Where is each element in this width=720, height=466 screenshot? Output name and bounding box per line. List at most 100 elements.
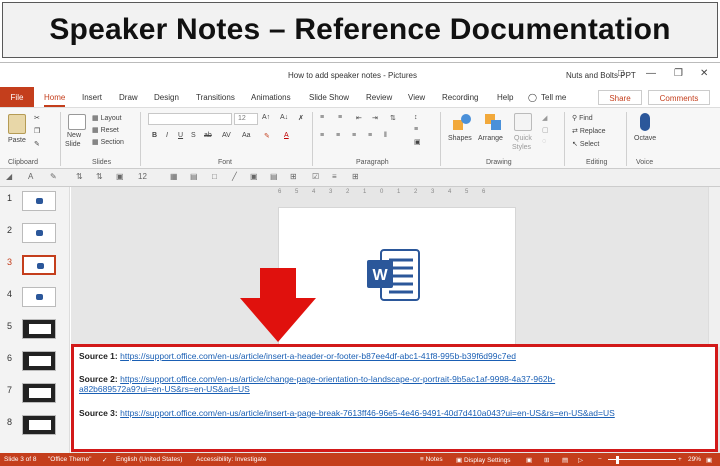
table-icon[interactable]: ▦ bbox=[170, 172, 178, 181]
spacing-icon[interactable]: ⇅ bbox=[96, 172, 103, 181]
align-center-icon[interactable]: ≡ bbox=[336, 132, 340, 139]
maximize-icon[interactable]: ❐ bbox=[674, 68, 683, 79]
reading-view-icon[interactable]: ▤ bbox=[562, 456, 568, 464]
slideshow-view-icon[interactable]: ▷ bbox=[578, 456, 583, 464]
tab-draw[interactable]: Draw bbox=[119, 93, 138, 102]
underline-icon[interactable]: U bbox=[178, 132, 183, 139]
slide-thumbnail-1[interactable] bbox=[22, 191, 56, 211]
align-icon[interactable]: ≡ bbox=[332, 172, 337, 181]
paste-icon[interactable] bbox=[8, 114, 26, 134]
strikethrough-icon[interactable]: ab bbox=[204, 132, 212, 139]
shape-outline-icon[interactable]: ▢ bbox=[542, 126, 549, 134]
list-icon[interactable]: ▤ bbox=[190, 172, 198, 181]
source-1-link[interactable]: https://support.office.com/en-us/article… bbox=[120, 351, 516, 361]
tab-help[interactable]: Help bbox=[497, 93, 513, 102]
grow-font-icon[interactable]: A↑ bbox=[262, 114, 270, 121]
spellcheck-icon[interactable]: ✓ bbox=[102, 456, 107, 464]
tab-design[interactable]: Design bbox=[154, 93, 179, 102]
source-3-link[interactable]: https://support.office.com/en-us/article… bbox=[120, 408, 615, 418]
tell-me-search[interactable]: Tell me bbox=[541, 93, 566, 102]
zoom-out-icon[interactable]: − bbox=[598, 456, 602, 463]
transform-icon[interactable]: ⊞ bbox=[352, 172, 359, 181]
font-size-field[interactable]: 12 bbox=[234, 113, 258, 125]
notes-toggle[interactable]: ≡ Notes bbox=[420, 456, 443, 463]
align-text-icon[interactable]: ≡ bbox=[414, 126, 418, 133]
tab-insert[interactable]: Insert bbox=[82, 93, 102, 102]
decrease-indent-icon[interactable]: ⇤ bbox=[356, 114, 362, 122]
shapes-icon[interactable] bbox=[452, 113, 472, 131]
tab-home[interactable]: Home bbox=[44, 93, 66, 107]
line-icon[interactable]: ╱ bbox=[232, 172, 237, 181]
shrink-font-icon[interactable]: A↓ bbox=[280, 114, 288, 121]
arrange-icon[interactable] bbox=[484, 113, 502, 131]
format-painter-icon[interactable]: ✎ bbox=[34, 140, 40, 148]
highlight-icon[interactable]: ✎ bbox=[50, 172, 57, 181]
slide-sorter-icon[interactable]: ⊞ bbox=[544, 456, 549, 464]
comments-button[interactable]: Comments bbox=[648, 90, 710, 105]
replace-button[interactable]: ⇄ Replace bbox=[572, 127, 606, 135]
increase-indent-icon[interactable]: ⇥ bbox=[372, 114, 378, 122]
language-indicator[interactable]: English (United States) bbox=[116, 456, 182, 463]
minimize-icon[interactable]: — bbox=[646, 68, 656, 79]
bring-forward-icon[interactable]: ⇅ bbox=[76, 172, 83, 181]
font-color-icon[interactable]: A bbox=[28, 172, 33, 181]
textbox-icon[interactable]: ▤ bbox=[270, 172, 278, 181]
zoom-in-icon[interactable]: + bbox=[678, 456, 682, 463]
numbering-icon[interactable]: ≡ bbox=[338, 114, 342, 121]
slide-thumbnail-2[interactable] bbox=[22, 223, 56, 243]
align-right-icon[interactable]: ≡ bbox=[352, 132, 356, 139]
select-button[interactable]: ↖ Select bbox=[572, 140, 599, 148]
close-icon[interactable]: ✕ bbox=[700, 68, 708, 79]
vertical-scrollbar[interactable] bbox=[708, 187, 720, 347]
columns-icon[interactable]: ‖ bbox=[384, 132, 387, 139]
justify-icon[interactable]: ≡ bbox=[368, 132, 372, 139]
italic-icon[interactable]: I bbox=[166, 132, 168, 139]
tab-transitions[interactable]: Transitions bbox=[196, 93, 235, 102]
character-spacing-icon[interactable]: AV bbox=[222, 132, 231, 139]
microphone-icon[interactable] bbox=[640, 113, 650, 131]
slide-thumbnail-6[interactable] bbox=[22, 351, 56, 371]
group-shapes-icon[interactable]: ▣ bbox=[116, 172, 124, 181]
bold-icon[interactable]: B bbox=[152, 132, 157, 139]
ribbon-display-icon[interactable]: □ bbox=[618, 68, 624, 79]
checkbox-icon[interactable]: ☑ bbox=[312, 172, 319, 181]
user-name[interactable]: Nuts and Bolts PPT bbox=[566, 71, 636, 80]
shape-fill-icon[interactable]: ◢ bbox=[542, 114, 547, 122]
shadow-icon[interactable]: S bbox=[191, 132, 196, 139]
bullets-icon[interactable]: ≡ bbox=[320, 114, 324, 121]
font-color-icon[interactable]: A bbox=[284, 132, 289, 139]
source-2-link-cont[interactable]: a82b689572a9?ui=en-US&rs=en-US&ad=US bbox=[79, 384, 250, 394]
tab-animations[interactable]: Animations bbox=[251, 93, 291, 102]
slide-thumbnail-3[interactable] bbox=[22, 255, 56, 275]
highlight-icon[interactable]: ✎ bbox=[264, 132, 270, 140]
slide-thumbnail-5[interactable] bbox=[22, 319, 56, 339]
font-name-field[interactable] bbox=[148, 113, 232, 125]
slide-thumbnail-7[interactable] bbox=[22, 383, 56, 403]
zoom-level[interactable]: 29% bbox=[688, 456, 701, 463]
section-button[interactable]: ▦ Section bbox=[92, 138, 124, 146]
tab-slideshow[interactable]: Slide Show bbox=[309, 93, 349, 102]
new-slide-icon[interactable] bbox=[68, 114, 86, 130]
change-case-icon[interactable]: Aa bbox=[242, 132, 251, 139]
slide-thumbnail-4[interactable] bbox=[22, 287, 56, 307]
zoom-slider-thumb[interactable] bbox=[616, 456, 619, 464]
tab-file[interactable]: File bbox=[0, 87, 34, 107]
source-2-link[interactable]: https://support.office.com/en-us/article… bbox=[120, 374, 555, 384]
tab-review[interactable]: Review bbox=[366, 93, 392, 102]
find-button[interactable]: ⚲ Find bbox=[572, 114, 593, 122]
tab-recording[interactable]: Recording bbox=[442, 93, 478, 102]
align-left-icon[interactable]: ≡ bbox=[320, 132, 324, 139]
smartart-icon[interactable]: ▣ bbox=[414, 138, 421, 146]
copy-icon[interactable]: ❐ bbox=[34, 127, 40, 135]
line-spacing-icon[interactable]: ⇅ bbox=[390, 114, 396, 122]
fit-to-window-icon[interactable]: ▣ bbox=[706, 456, 712, 464]
quick-styles-icon[interactable] bbox=[514, 113, 532, 131]
normal-view-icon[interactable]: ▣ bbox=[526, 456, 532, 464]
crop-icon[interactable]: ⊞ bbox=[290, 172, 297, 181]
rectangle-icon[interactable]: □ bbox=[212, 172, 217, 181]
shape-effects-icon[interactable]: ◌ bbox=[542, 138, 546, 145]
speaker-notes-pane[interactable]: Source 1: https://support.office.com/en-… bbox=[71, 344, 718, 452]
share-button[interactable]: Share bbox=[598, 90, 642, 105]
accessibility-status[interactable]: Accessibility: Investigate bbox=[196, 456, 266, 463]
shape-fill-icon[interactable]: ◢ bbox=[6, 172, 12, 181]
